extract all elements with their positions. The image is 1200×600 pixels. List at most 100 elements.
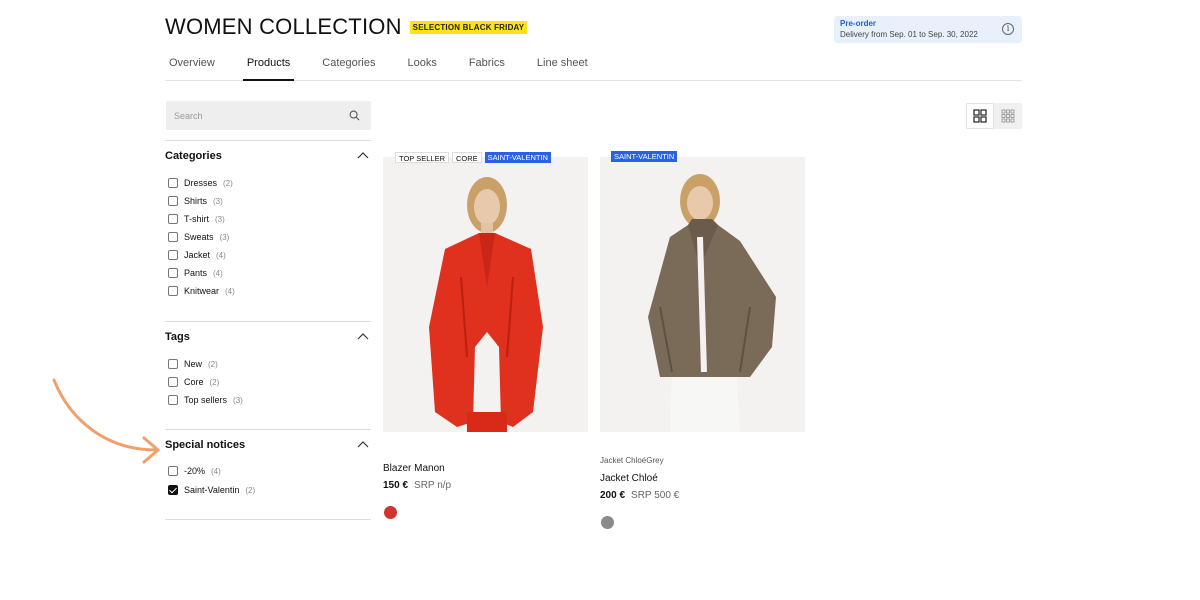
filter-option[interactable]: Jacket (4) <box>168 249 226 261</box>
search-box <box>166 101 371 130</box>
option-count: (3) <box>213 196 223 206</box>
tab-products[interactable]: Products <box>242 55 295 81</box>
option-count: (4) <box>211 466 221 476</box>
filter-option[interactable]: Saint-Valentin (2) <box>168 484 255 496</box>
preorder-subtitle: Delivery from Sep. 01 to Sep. 30, 2022 <box>840 30 978 39</box>
product-tags: TOP SELLER CORE SAINT-VALENTIN <box>395 152 551 163</box>
product-name[interactable]: Blazer Manon <box>383 463 445 474</box>
color-swatch[interactable] <box>601 516 614 529</box>
checkbox[interactable] <box>168 268 178 278</box>
option-label: Saint-Valentin <box>184 485 240 495</box>
product-image[interactable] <box>600 157 805 432</box>
model-grey-jacket-image <box>600 157 805 432</box>
annotation-arrow-icon <box>52 378 160 464</box>
search-icon[interactable] <box>349 110 360 121</box>
checkbox-checked[interactable] <box>168 485 178 495</box>
option-count: (2) <box>208 359 218 369</box>
srp-value: SRP 500 € <box>631 490 680 501</box>
product-subtitle: Jacket ChloéGrey <box>600 456 664 465</box>
product-name[interactable]: Jacket Chloé <box>600 473 658 484</box>
filter-categories: Categories Dresses (2) Shirts (3) T-shirt(… <box>165 140 371 321</box>
checkbox[interactable] <box>168 232 178 242</box>
product-tags: SAINT-VALENTIN <box>611 151 678 162</box>
option-label: Top sellers <box>184 395 228 405</box>
tab-categories[interactable]: Categories <box>318 55 379 81</box>
srp-value: SRP n/p <box>414 480 452 491</box>
large-grid-button[interactable] <box>966 103 994 129</box>
filter-tags: Tags New (2) Core (2) Top sellers (3) <box>165 321 371 429</box>
option-label: Pants <box>184 268 208 278</box>
color-swatch[interactable] <box>384 506 397 519</box>
view-toggle <box>966 103 1022 129</box>
preorder-banner: Pre-order Delivery from Sep. 01 to Sep. … <box>834 16 1022 43</box>
tab-overview[interactable]: Overview <box>165 55 219 81</box>
large-grid-icon <box>973 109 987 123</box>
search-input[interactable] <box>166 101 336 130</box>
filter-option[interactable]: Shirts (3) <box>168 195 223 207</box>
tag-top-seller: TOP SELLER <box>395 152 449 163</box>
info-icon[interactable]: i <box>1002 23 1014 35</box>
checkbox[interactable] <box>168 250 178 260</box>
promo-badge: SELECTION BLACK FRIDAY <box>409 20 528 34</box>
tab-line-sheet[interactable]: Line sheet <box>533 55 592 81</box>
checkbox[interactable] <box>168 178 178 188</box>
tab-bar: Overview Products Categories Looks Fabri… <box>165 55 1022 81</box>
checkbox[interactable] <box>168 214 178 224</box>
filter-title: Special notices <box>165 439 246 451</box>
model-red-blazer-image <box>383 157 588 432</box>
product-card[interactable]: SAINT-VALENTIN Jacket ChloéGrey Jacket C… <box>600 150 805 530</box>
filter-option[interactable]: -20% (4) <box>168 465 221 477</box>
checkbox[interactable] <box>168 286 178 296</box>
product-price: 150 € SRP n/p <box>383 480 451 491</box>
chevron-up-icon[interactable] <box>357 332 369 340</box>
page-title: WOMEN COLLECTION <box>165 14 402 39</box>
filter-option[interactable]: Knitwear (4) <box>168 285 235 297</box>
checkbox[interactable] <box>168 395 178 405</box>
tab-fabrics[interactable]: Fabrics <box>465 55 509 81</box>
filter-option[interactable]: New (2) <box>168 358 218 370</box>
checkbox[interactable] <box>168 377 178 387</box>
filter-option[interactable]: Sweats (3) <box>168 231 229 243</box>
checkbox[interactable] <box>168 196 178 206</box>
option-count: (2) <box>209 377 220 387</box>
option-label: Dresses <box>184 178 218 188</box>
option-label: Core <box>184 377 204 387</box>
tag-saint-valentin: SAINT-VALENTIN <box>484 152 551 163</box>
filter-option[interactable]: T-shirt (3) <box>168 213 225 225</box>
small-grid-button[interactable] <box>994 103 1022 129</box>
option-count: (4) <box>216 250 226 260</box>
chevron-up-icon[interactable] <box>357 440 369 448</box>
product-image[interactable] <box>383 157 588 432</box>
header: WOMEN COLLECTION SELECTION BLACK FRIDAY <box>165 14 528 40</box>
price-value: 150 € <box>383 480 409 491</box>
divider <box>165 519 371 520</box>
option-label: -20% <box>184 466 206 476</box>
option-label: Knitwear <box>184 286 220 296</box>
option-count: (3) <box>215 214 225 224</box>
chevron-up-icon[interactable] <box>357 151 369 159</box>
option-count: (2) <box>245 485 256 495</box>
product-card[interactable]: TOP SELLER CORE SAINT-VALENTIN Blazer Ma… <box>383 150 588 530</box>
small-grid-icon <box>1001 109 1015 123</box>
option-count: (4) <box>225 286 235 296</box>
filter-special-notices: Special notices -20% (4) Saint-Valentin (2… <box>165 429 371 519</box>
price-value: 200 € <box>600 490 626 501</box>
preorder-title: Pre-order <box>840 19 877 28</box>
filter-option[interactable]: Core (2) <box>168 376 219 388</box>
checkbox[interactable] <box>168 466 178 476</box>
option-label: Sweats <box>184 232 214 242</box>
tab-looks[interactable]: Looks <box>403 55 440 81</box>
filter-option[interactable]: Top sellers (3) <box>168 394 243 406</box>
option-label: Shirts <box>184 196 208 206</box>
tag-core: CORE <box>452 152 482 163</box>
product-price: 200 € SRP 500 € <box>600 490 679 501</box>
option-count: (4) <box>213 268 223 278</box>
tag-saint-valentin: SAINT-VALENTIN <box>611 151 678 162</box>
checkbox[interactable] <box>168 359 178 369</box>
option-label: T-shirt <box>184 214 210 224</box>
filter-title: Tags <box>165 331 190 343</box>
option-count: (3) <box>233 395 243 405</box>
filter-option[interactable]: Pants (4) <box>168 267 223 279</box>
filter-option[interactable]: Dresses (2) <box>168 177 233 189</box>
option-count: (3) <box>219 232 230 242</box>
